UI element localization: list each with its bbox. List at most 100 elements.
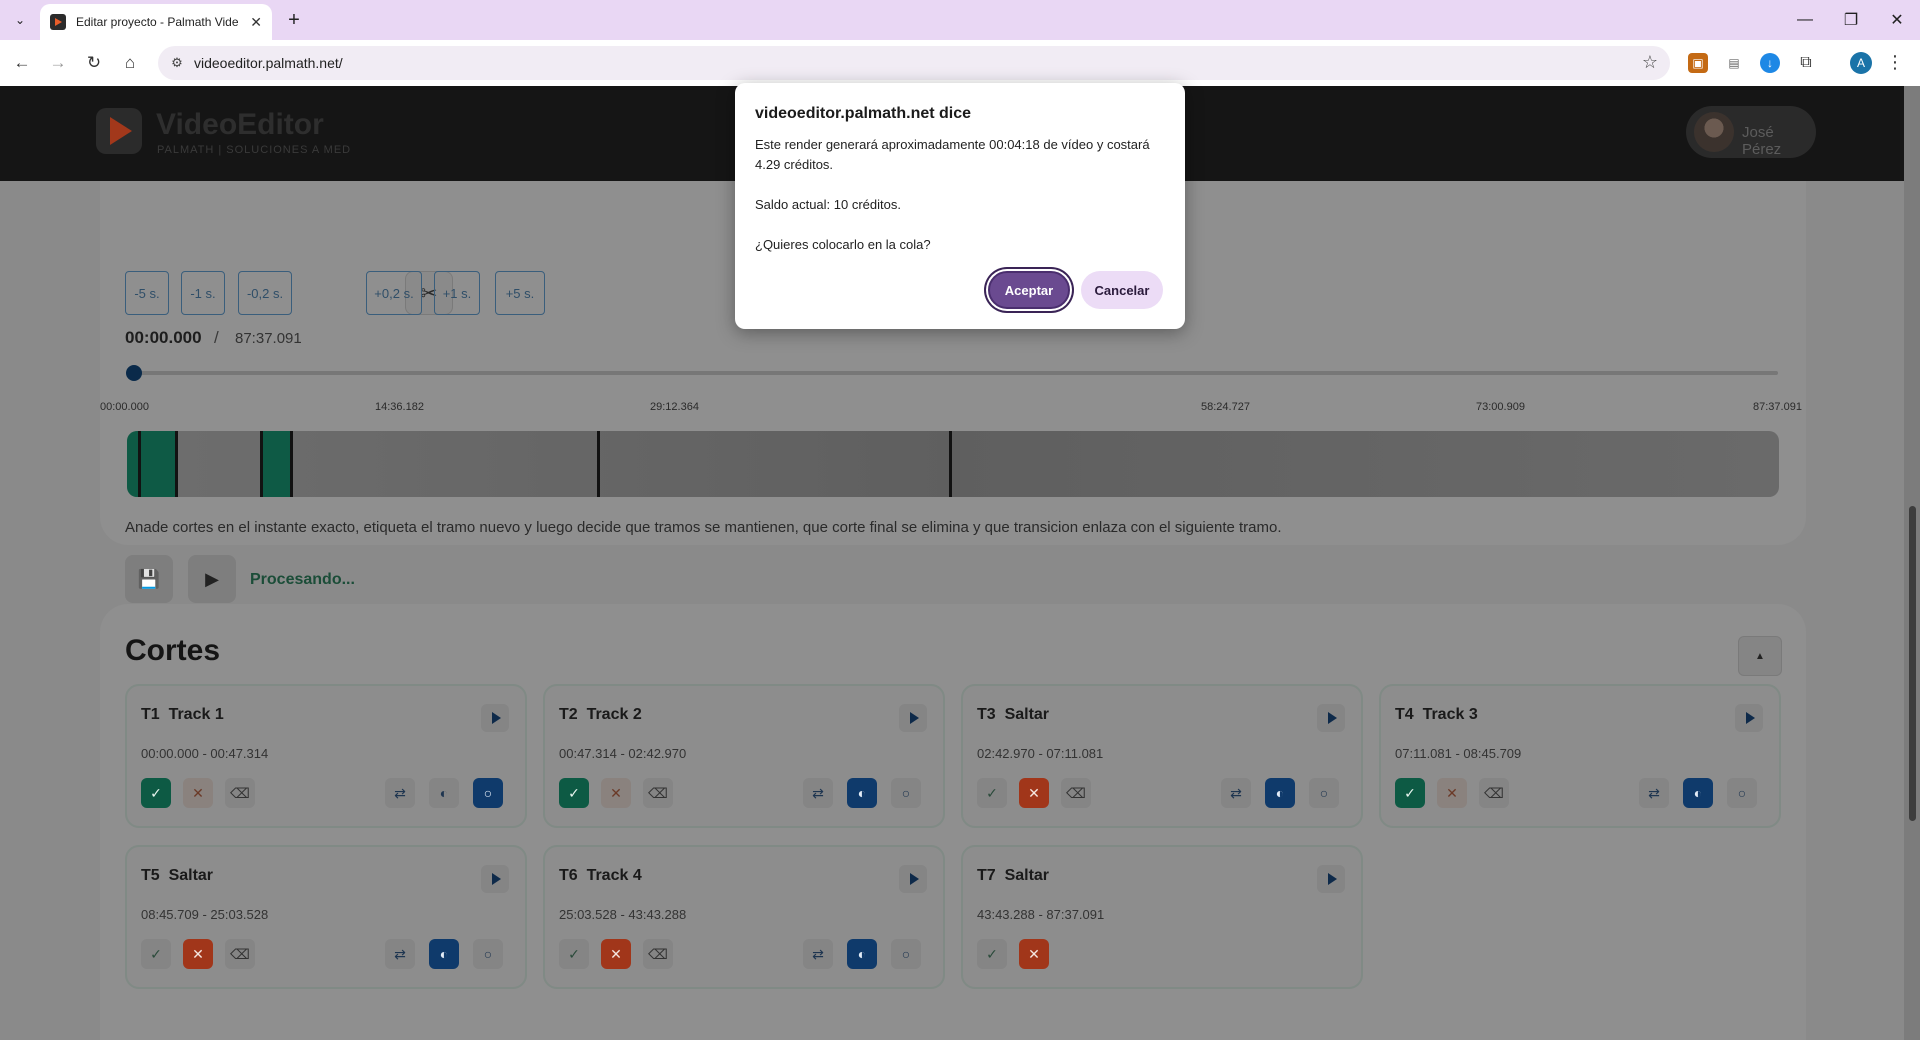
download-icon[interactable]: ↓ xyxy=(1760,53,1780,73)
transition-fade-icon[interactable]: ◐ xyxy=(847,778,877,808)
transition-none-icon[interactable]: ○ xyxy=(891,778,921,808)
timeline-cut-marker[interactable] xyxy=(260,431,263,497)
transition-swap-icon[interactable]: ⇄ xyxy=(803,778,833,808)
delete-cut-icon[interactable]: ⌫ xyxy=(643,778,673,808)
segment-play-icon[interactable] xyxy=(1317,704,1345,732)
skip-x-icon[interactable]: ✕ xyxy=(601,939,631,969)
user-name: José Pérez xyxy=(1742,124,1782,158)
user-menu[interactable]: José Pérez xyxy=(1686,106,1816,158)
transition-swap-icon[interactable]: ⇄ xyxy=(1639,778,1669,808)
segment-card-t4: T4 Track 3 07:11.081 - 08:45.709 ✓ ✕ ⌫ ⇄… xyxy=(1379,684,1781,828)
timeline-cut-marker[interactable] xyxy=(175,431,178,497)
delete-cut-icon[interactable]: ⌫ xyxy=(225,778,255,808)
delete-cut-icon[interactable]: ⌫ xyxy=(643,939,673,969)
restore-icon[interactable]: ❐ xyxy=(1828,0,1874,40)
seek-slider[interactable] xyxy=(133,371,1778,375)
step-minus-5-button[interactable]: -5 s. xyxy=(125,271,169,315)
cancel-button[interactable]: Cancelar xyxy=(1081,271,1163,309)
segment-play-icon[interactable] xyxy=(481,865,509,893)
timeline-cut-marker[interactable] xyxy=(597,431,600,497)
timeline-cut-marker[interactable] xyxy=(138,431,141,497)
reload-icon[interactable]: ↻ xyxy=(82,51,106,75)
segment-play-icon[interactable] xyxy=(1735,704,1763,732)
tick-label: 00:00.000 xyxy=(100,401,149,413)
seek-slider-thumb[interactable] xyxy=(126,365,142,381)
keep-check-icon[interactable]: ✓ xyxy=(977,778,1007,808)
timeline-cut-marker[interactable] xyxy=(290,431,293,497)
step-minus-1-button[interactable]: -1 s. xyxy=(181,271,225,315)
delete-cut-icon[interactable]: ⌫ xyxy=(1479,778,1509,808)
transition-fade-icon[interactable]: ◐ xyxy=(847,939,877,969)
step-plus-02-button[interactable]: +0,2 s. xyxy=(366,271,422,315)
keep-check-icon[interactable]: ✓ xyxy=(1395,778,1425,808)
forward-icon[interactable]: → xyxy=(46,51,70,75)
render-play-icon[interactable]: ▶ xyxy=(188,555,236,603)
timeline-cut-marker[interactable] xyxy=(949,431,952,497)
segment-card-t2: T2 Track 2 00:47.314 - 02:42.970 ✓ ✕ ⌫ ⇄… xyxy=(543,684,945,828)
delete-cut-icon[interactable]: ⌫ xyxy=(225,939,255,969)
transition-none-icon[interactable]: ○ xyxy=(473,778,503,808)
extension-2-icon[interactable]: ▤ xyxy=(1724,53,1744,73)
minimize-icon[interactable]: — xyxy=(1782,0,1828,40)
segment-range: 00:47.314 - 02:42.970 xyxy=(559,746,687,761)
keep-check-icon[interactable]: ✓ xyxy=(559,778,589,808)
segment-play-icon[interactable] xyxy=(899,865,927,893)
site-info-icon[interactable]: ⚙ xyxy=(168,54,186,72)
skip-x-icon[interactable]: ✕ xyxy=(1019,778,1049,808)
transition-none-icon[interactable]: ○ xyxy=(891,939,921,969)
transition-fade-icon[interactable]: ◐ xyxy=(1265,778,1295,808)
address-bar[interactable]: ⚙ videoeditor.palmath.net/ ☆ xyxy=(158,46,1670,80)
home-icon[interactable]: ⌂ xyxy=(118,51,142,75)
accept-button[interactable]: Aceptar xyxy=(988,271,1070,309)
skip-x-icon[interactable]: ✕ xyxy=(1019,939,1049,969)
browser-tab[interactable]: Editar proyecto - Palmath Vide ✕ xyxy=(40,4,272,40)
segment-play-icon[interactable] xyxy=(899,704,927,732)
page-scrollbar[interactable] xyxy=(1904,86,1920,1040)
save-floppy-icon[interactable]: 💾 xyxy=(125,555,173,603)
transition-none-icon[interactable]: ○ xyxy=(1727,778,1757,808)
keep-check-icon[interactable]: ✓ xyxy=(141,778,171,808)
step-minus-02-button[interactable]: -0,2 s. xyxy=(238,271,292,315)
keep-check-icon[interactable]: ✓ xyxy=(977,939,1007,969)
transition-swap-icon[interactable]: ⇄ xyxy=(1221,778,1251,808)
transition-fade-icon[interactable]: ◐ xyxy=(429,778,459,808)
transition-fade-icon[interactable]: ◐ xyxy=(1683,778,1713,808)
back-icon[interactable]: ← xyxy=(10,51,34,75)
segment-title: T1 Track 1 xyxy=(141,706,224,723)
segment-play-icon[interactable] xyxy=(481,704,509,732)
skip-x-icon[interactable]: ✕ xyxy=(601,778,631,808)
extension-1-icon[interactable]: ▣ xyxy=(1688,53,1708,73)
transition-swap-icon[interactable]: ⇄ xyxy=(385,939,415,969)
skip-x-icon[interactable]: ✕ xyxy=(183,939,213,969)
transition-none-icon[interactable]: ○ xyxy=(1309,778,1339,808)
tab-search-chevron-icon[interactable]: ⌄ xyxy=(8,8,32,32)
skip-x-icon[interactable]: ✕ xyxy=(183,778,213,808)
url-text: videoeditor.palmath.net/ xyxy=(194,55,343,71)
segment-play-icon[interactable] xyxy=(1317,865,1345,893)
timeline-track[interactable] xyxy=(127,431,1779,497)
keep-check-icon[interactable]: ✓ xyxy=(141,939,171,969)
profile-avatar[interactable]: A xyxy=(1850,52,1872,74)
collapse-chevron-up-icon[interactable]: ▲ xyxy=(1738,636,1782,676)
keep-check-icon[interactable]: ✓ xyxy=(559,939,589,969)
delete-cut-icon[interactable]: ⌫ xyxy=(1061,778,1091,808)
skip-x-icon[interactable]: ✕ xyxy=(1437,778,1467,808)
new-tab-icon[interactable]: + xyxy=(282,8,306,32)
timeline-segment-t4[interactable] xyxy=(260,431,292,497)
segment-range: 43:43.288 - 87:37.091 xyxy=(977,907,1105,922)
step-plus-1-button[interactable]: +1 s. xyxy=(434,271,480,315)
close-window-icon[interactable]: ✕ xyxy=(1874,0,1920,40)
scrollbar-thumb[interactable] xyxy=(1909,506,1916,821)
transition-swap-icon[interactable]: ⇄ xyxy=(803,939,833,969)
segment-card-t5: T5 Saltar 08:45.709 - 25:03.528 ✓ ✕ ⌫ ⇄ … xyxy=(125,845,527,989)
step-plus-5-button[interactable]: +5 s. xyxy=(495,271,545,315)
transition-swap-icon[interactable]: ⇄ xyxy=(385,778,415,808)
close-tab-icon[interactable]: ✕ xyxy=(250,14,262,31)
extensions-puzzle-icon[interactable]: ⧉ xyxy=(1796,53,1816,73)
transition-none-icon[interactable]: ○ xyxy=(473,939,503,969)
processing-status: Procesando... xyxy=(250,571,355,588)
browser-menu-icon[interactable]: ⋮ xyxy=(1886,52,1904,73)
timeline-segment-t1[interactable] xyxy=(127,431,177,497)
bookmark-star-icon[interactable]: ☆ xyxy=(1642,52,1658,73)
transition-fade-icon[interactable]: ◐ xyxy=(429,939,459,969)
